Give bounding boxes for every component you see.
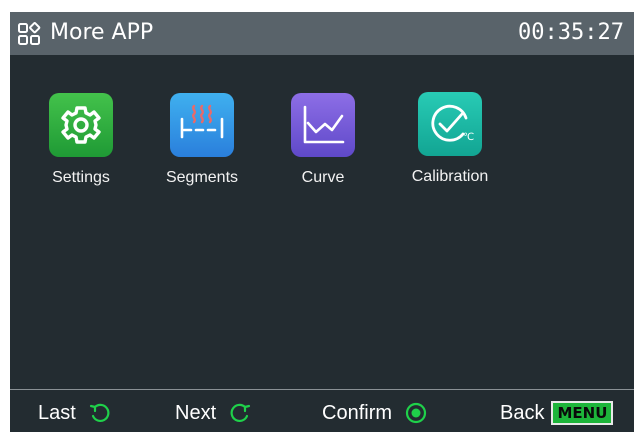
device-screen: More APP 00:35:27 Settings Segments Curv…: [10, 12, 634, 432]
app-label-segments: Segments: [165, 169, 239, 186]
app-grid: Settings Segments Curve ℃ Calibration: [10, 55, 634, 355]
app-label-calibration: Calibration: [411, 168, 489, 185]
app-label-curve: Curve: [301, 169, 345, 186]
segments-tile[interactable]: [170, 93, 234, 157]
gear-icon: [61, 106, 101, 144]
title-bar: More APP 00:35:27: [10, 12, 634, 55]
app-label-settings: Settings: [52, 169, 110, 186]
line-chart-icon: [303, 105, 345, 144]
rotate-right-icon: [230, 403, 251, 423]
next-button[interactable]: Next: [175, 400, 252, 426]
back-label: Back: [500, 401, 545, 424]
menu-key-badge: MENU: [551, 401, 614, 425]
app-settings[interactable]: Settings: [26, 93, 136, 188]
page-title: More APP: [50, 20, 154, 45]
calibration-tile[interactable]: ℃: [418, 92, 482, 156]
press-button-icon: [405, 402, 427, 424]
heating-segments-icon: [180, 104, 224, 139]
last-label: Last: [38, 401, 76, 424]
temperature-calibration-icon: ℃: [431, 104, 474, 143]
app-segments[interactable]: Segments: [147, 93, 257, 188]
clock-time: 00:35:27: [518, 20, 624, 45]
last-button[interactable]: Last: [38, 400, 112, 426]
apps-grid-icon: [18, 22, 41, 45]
button-hint-bar: Last Next Confirm Back MENU: [10, 389, 634, 432]
app-calibration[interactable]: ℃ Calibration: [395, 92, 505, 187]
back-button[interactable]: Back MENU: [500, 400, 614, 426]
confirm-label: Confirm: [322, 401, 393, 424]
rotate-left-icon: [89, 403, 110, 423]
svg-text:℃: ℃: [463, 132, 474, 143]
settings-tile[interactable]: [49, 93, 113, 157]
app-curve[interactable]: Curve: [268, 93, 378, 188]
next-label: Next: [175, 401, 217, 424]
confirm-button[interactable]: Confirm: [322, 400, 428, 426]
curve-tile[interactable]: [291, 93, 355, 157]
